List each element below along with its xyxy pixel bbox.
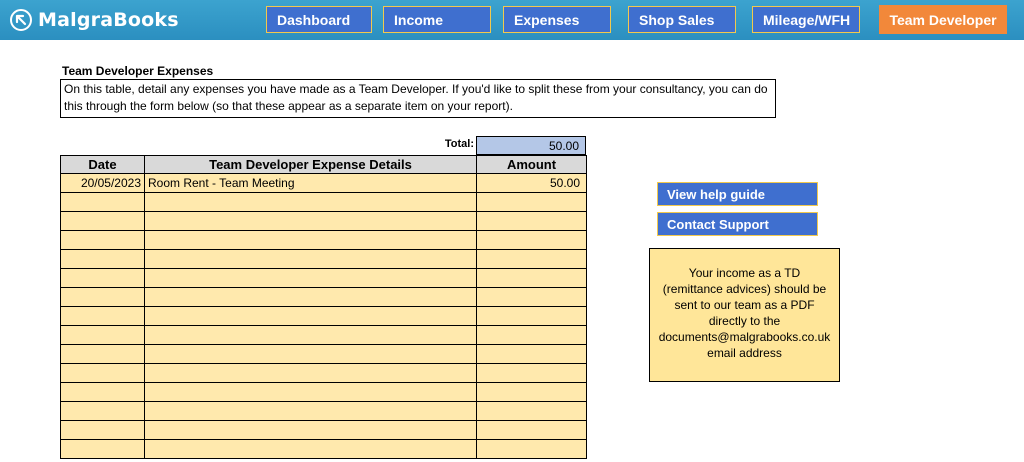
info-line: (remittance advices) should be <box>662 282 827 296</box>
nav-expenses[interactable]: Expenses <box>503 6 611 33</box>
cell-date[interactable] <box>60 439 145 459</box>
total-value: 50.00 <box>476 136 586 155</box>
info-line: directly to the <box>708 314 781 328</box>
cell-amount[interactable] <box>476 382 587 402</box>
cell-details[interactable] <box>144 249 477 269</box>
cell-date[interactable] <box>60 268 145 288</box>
cell-date[interactable] <box>60 344 145 364</box>
cell-amount[interactable] <box>476 344 587 364</box>
table-body: 20/05/2023 Room Rent - Team Meeting 50.00 <box>60 173 587 459</box>
nav-mileage-wfh[interactable]: Mileage/WFH <box>752 6 860 33</box>
top-navigation-bar: MalgraBooks Dashboard Income Expenses Sh… <box>0 0 1024 40</box>
table-row <box>60 211 587 231</box>
page-description: On this table, detail any expenses you h… <box>60 79 776 118</box>
cell-details[interactable] <box>144 401 477 421</box>
contact-support-button[interactable]: Contact Support <box>657 212 818 236</box>
cell-amount[interactable] <box>476 268 587 288</box>
cell-details[interactable] <box>144 439 477 459</box>
cell-date[interactable] <box>60 325 145 345</box>
table-row <box>60 268 587 288</box>
column-header-details: Team Developer Expense Details <box>144 155 477 174</box>
cell-date[interactable] <box>60 401 145 421</box>
cell-amount[interactable] <box>476 230 587 250</box>
cell-amount[interactable]: 50.00 <box>476 173 587 193</box>
cell-details[interactable]: Room Rent - Team Meeting <box>144 173 477 193</box>
cell-details[interactable] <box>144 287 477 307</box>
table-row <box>60 401 587 421</box>
cell-amount[interactable] <box>476 192 587 212</box>
cell-amount[interactable] <box>476 325 587 345</box>
cell-details[interactable] <box>144 325 477 345</box>
cell-amount[interactable] <box>476 401 587 421</box>
table-row <box>60 382 587 402</box>
nav-dashboard[interactable]: Dashboard <box>266 6 372 33</box>
total-label: Total: <box>444 138 474 150</box>
arrow-up-left-icon <box>10 9 32 31</box>
table-row: 20/05/2023 Room Rent - Team Meeting 50.00 <box>60 173 587 193</box>
cell-date[interactable] <box>60 249 145 269</box>
info-email[interactable]: documents@malgrabooks.co.uk <box>650 329 839 345</box>
cell-details[interactable] <box>144 211 477 231</box>
cell-amount[interactable] <box>476 249 587 269</box>
nav-income[interactable]: Income <box>383 6 491 33</box>
cell-details[interactable] <box>144 192 477 212</box>
table-row <box>60 363 587 383</box>
cell-date[interactable] <box>60 363 145 383</box>
cell-date[interactable] <box>60 192 145 212</box>
table-row <box>60 306 587 326</box>
nav-team-developer[interactable]: Team Developer <box>879 5 1007 34</box>
cell-amount[interactable] <box>476 363 587 383</box>
page-title: Team Developer Expenses <box>62 64 214 78</box>
table-header-row: Date Team Developer Expense Details Amou… <box>60 155 587 174</box>
expenses-table: Date Team Developer Expense Details Amou… <box>60 155 587 459</box>
cell-details[interactable] <box>144 344 477 364</box>
cell-details[interactable] <box>144 382 477 402</box>
cell-details[interactable] <box>144 306 477 326</box>
cell-date[interactable] <box>60 306 145 326</box>
table-row <box>60 287 587 307</box>
cell-details[interactable] <box>144 268 477 288</box>
brand-name: MalgraBooks <box>38 9 179 31</box>
cell-date[interactable] <box>60 211 145 231</box>
cell-amount[interactable] <box>476 439 587 459</box>
cell-date[interactable] <box>60 230 145 250</box>
cell-date[interactable] <box>60 420 145 440</box>
cell-date[interactable]: 20/05/2023 <box>60 173 145 193</box>
cell-date[interactable] <box>60 382 145 402</box>
table-row <box>60 249 587 269</box>
cell-details[interactable] <box>144 420 477 440</box>
info-line: sent to our team as a PDF <box>674 298 815 312</box>
table-row <box>60 439 587 459</box>
table-row <box>60 230 587 250</box>
column-header-date: Date <box>60 155 145 174</box>
info-line: Your income as a TD <box>688 266 801 280</box>
cell-amount[interactable] <box>476 287 587 307</box>
cell-details[interactable] <box>144 230 477 250</box>
brand-logo[interactable]: MalgraBooks <box>10 8 179 32</box>
cell-amount[interactable] <box>476 420 587 440</box>
table-row <box>60 420 587 440</box>
view-help-guide-button[interactable]: View help guide <box>657 182 818 206</box>
column-header-amount: Amount <box>476 155 587 174</box>
cell-date[interactable] <box>60 287 145 307</box>
info-line: email address <box>707 346 782 360</box>
table-row <box>60 344 587 364</box>
info-note: Your income as a TD (remittance advices)… <box>649 248 840 382</box>
table-row <box>60 325 587 345</box>
cell-details[interactable] <box>144 363 477 383</box>
cell-amount[interactable] <box>476 306 587 326</box>
table-row <box>60 192 587 212</box>
nav-shop-sales[interactable]: Shop Sales <box>628 6 736 33</box>
cell-amount[interactable] <box>476 211 587 231</box>
